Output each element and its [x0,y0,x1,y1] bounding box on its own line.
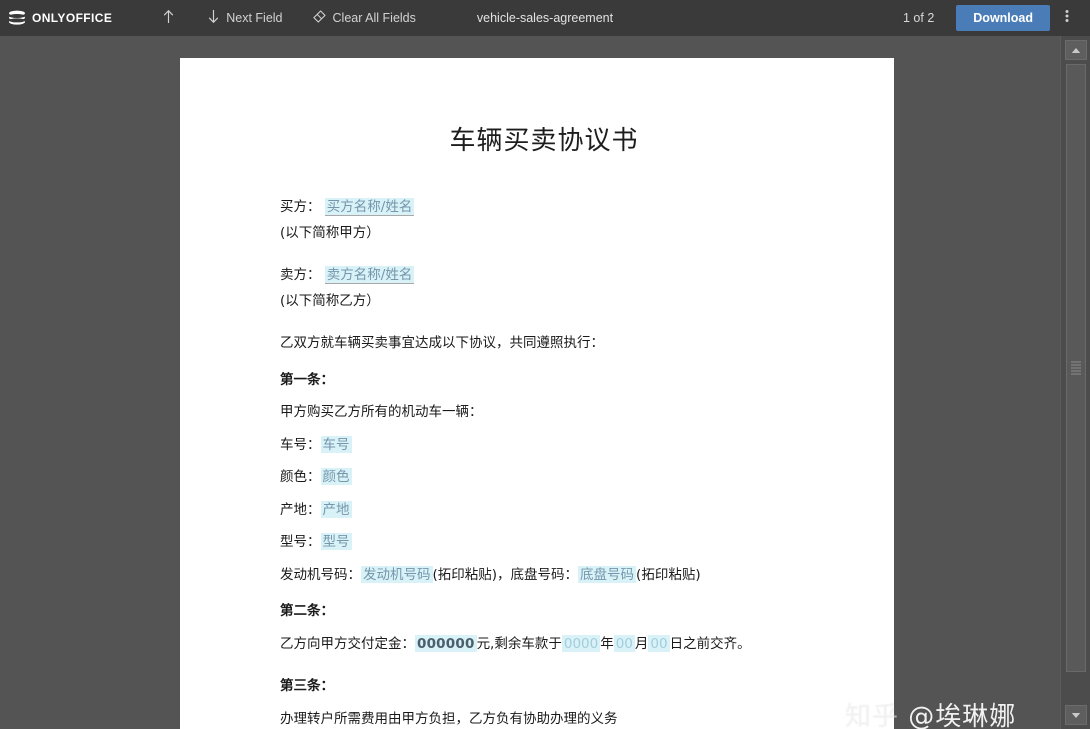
clause-1-heading: 第一条： [280,371,334,388]
clause-3-heading: 第三条： [280,678,334,694]
clear-all-fields-button[interactable]: Clear All Fields [305,5,422,31]
model-line: 型号： 型号 [280,533,808,550]
previous-field-button[interactable] [156,5,187,31]
origin-line: 产地： 产地 [280,500,808,518]
chassis-number-field[interactable]: 底盘号码 [578,565,637,583]
color-label: 颜色： [280,469,321,485]
buyer-alias-line: (以下简称甲方） [280,224,380,241]
plate-number-field[interactable]: 车号 [320,435,352,453]
plate-line: 车号： 车号 [280,435,808,453]
eraser-icon [311,9,327,27]
engine-chassis-line: 发动机号码： 发动机号码 (拓印粘贴)，底盘号码： 底盘号码 (拓印粘贴) [280,565,808,583]
year-field[interactable]: 0000 [561,634,601,652]
chassis-label: 底盘号码： [510,566,579,583]
arrow-up-icon [162,9,175,27]
deposit-prefix: 乙方向甲方交付定金： [280,635,415,652]
next-field-button[interactable]: Next Field [201,5,288,31]
scroll-up-arrow-icon [1071,41,1081,59]
more-options-button[interactable] [1054,5,1080,31]
color-line: 颜色： 颜色 [280,468,808,485]
layers-stack-icon [8,10,26,26]
scroll-thumb-grip-icon [1071,360,1081,377]
onlyoffice-logo[interactable]: ONLYOFFICE [8,10,112,26]
seller-label: 卖方： [280,267,321,283]
deposit-line: 乙方向甲方交付定金： 000000 元,剩余车款于 0000 年 00 月 00 日之前交齐。 [280,634,808,652]
page-counter: 1 of 2 [903,11,935,25]
clause-1-line-1: 甲方购买乙方所有的机动车一辆： [280,404,483,420]
document-page-1[interactable]: 车辆买卖协议书 买方： 买方名称/姓名 (以下简称甲方） 卖方： 卖方名称/姓名… [180,58,894,729]
engine-label: 发动机号码： [280,566,361,583]
deposit-suffix: 日之前交齐。 [669,635,751,652]
top-toolbar: ONLYOFFICE Next Field Clear All Fields v… [0,0,1090,36]
seller-alias-line: (以下简称乙方） [280,292,380,309]
download-button[interactable]: Download [956,5,1050,31]
scroll-up-button[interactable] [1065,40,1087,60]
deposit-amount-field[interactable]: 000000 [415,634,477,652]
buyer-name-field[interactable]: 买方名称/姓名 [324,198,415,216]
watermark-handle: @埃琳娜 [908,702,1017,729]
plate-label: 车号： [280,436,321,453]
model-field[interactable]: 型号 [320,533,352,550]
month-field[interactable]: 00 [613,634,635,652]
agreement-title: 车辆买卖协议书 [449,126,639,156]
buyer-line: 买方： 买方名称/姓名 [280,198,808,216]
scrollbar-thumb[interactable] [1066,64,1086,672]
onlyoffice-logo-label: ONLYOFFICE [32,11,113,25]
deposit-middle: 元,剩余车款于 [476,635,562,652]
vertical-scrollbar[interactable] [1060,36,1090,729]
scroll-down-arrow-icon [1071,706,1081,724]
intro-line: 乙双方就车辆买卖事宜达成以下协议，共同遵照执行： [280,335,604,351]
engine-note: (拓印粘贴)， [432,566,511,583]
clause-2-heading: 第二条： [280,603,334,619]
clause-3-line-1: 办理转户所需费用由甲方负担，乙方负有协助办理的义务 [280,710,618,727]
year-unit: 年 [600,635,614,652]
scroll-down-button[interactable] [1065,705,1087,725]
next-field-label: Next Field [226,11,283,25]
vertical-ellipsis-icon [1065,8,1069,29]
engine-number-field[interactable]: 发动机号码 [361,565,433,583]
model-label: 型号： [280,534,321,550]
origin-field[interactable]: 产地 [320,500,352,518]
seller-name-field[interactable]: 卖方名称/姓名 [324,266,415,284]
chassis-note: (拓印粘贴) [636,566,701,583]
toolbar-right-group: 1 of 2 Download [903,5,1080,31]
clear-all-fields-label: Clear All Fields [332,11,416,25]
seller-line: 卖方： 卖方名称/姓名 [280,266,808,284]
document-viewer[interactable]: 车辆买卖协议书 买方： 买方名称/姓名 (以下简称甲方） 卖方： 卖方名称/姓名… [0,36,1090,729]
day-field[interactable]: 00 [648,634,670,652]
arrow-down-icon [207,9,220,27]
vehicle-color-field[interactable]: 颜色 [320,468,352,485]
buyer-label: 买方： [280,199,321,215]
origin-label: 产地： [280,501,321,518]
month-unit: 月 [634,635,649,652]
scrollbar-track[interactable] [1066,64,1086,694]
